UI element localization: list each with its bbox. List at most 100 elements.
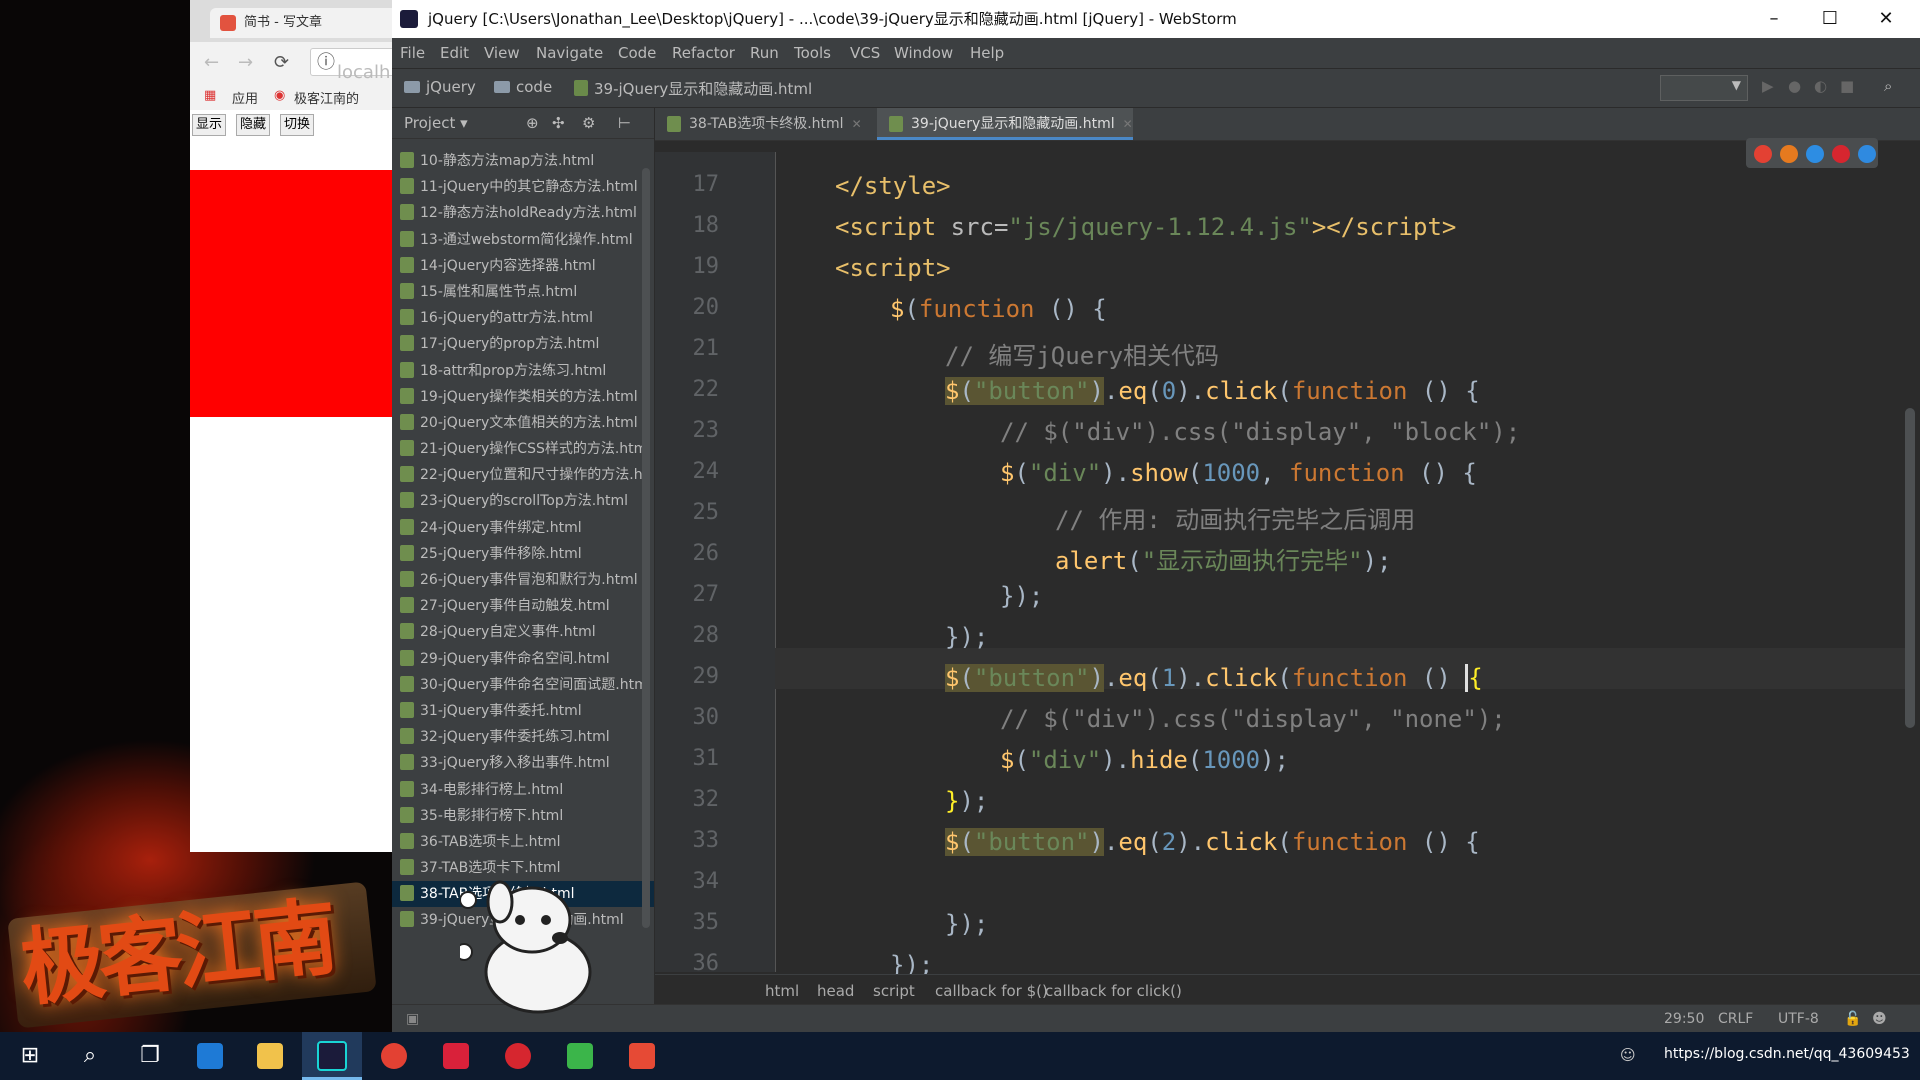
coverage-icon[interactable]: ◐ <box>1814 78 1830 94</box>
bookmark-apps[interactable]: 应用 <box>232 88 258 107</box>
menu-vcs[interactable]: VCS <box>850 44 880 62</box>
crumb-head[interactable]: head <box>817 975 854 1007</box>
menu-window[interactable]: Window <box>894 44 953 62</box>
stop-icon[interactable]: ■ <box>1840 78 1856 94</box>
project-file-item[interactable]: 22-jQuery位置和尺寸操作的方法.h <box>392 462 654 488</box>
search-icon[interactable]: ⌕ <box>60 1032 120 1080</box>
camtasia-taskbar-icon[interactable] <box>550 1032 610 1080</box>
project-file-item[interactable]: 36-TAB选项卡上.html <box>392 829 654 855</box>
project-file-item[interactable]: 28-jQuery自定义事件.html <box>392 619 654 645</box>
close-tab-icon[interactable]: ✕ <box>1123 117 1133 131</box>
recorder-taskbar-icon[interactable] <box>612 1032 672 1080</box>
line-separator[interactable]: CRLF <box>1718 1011 1753 1027</box>
run-icon[interactable]: ▶ <box>1762 78 1778 94</box>
project-file-item[interactable]: 30-jQuery事件命名空间面试题.htm <box>392 672 654 698</box>
project-file-item[interactable]: 20-jQuery文本值相关的方法.html <box>392 410 654 436</box>
safari-icon[interactable] <box>1806 145 1824 163</box>
maximize-button[interactable]: ☐ <box>1802 0 1858 38</box>
project-file-item[interactable]: 29-jQuery事件命名空间.html <box>392 646 654 672</box>
project-file-item[interactable]: 33-jQuery移入移出事件.html <box>392 750 654 776</box>
project-file-item[interactable]: 14-jQuery内容选择器.html <box>392 253 654 279</box>
project-dropdown[interactable]: Project ▾ <box>404 114 468 132</box>
project-file-item[interactable]: 37-TAB选项卡下.html <box>392 855 654 881</box>
file-encoding[interactable]: UTF-8 <box>1778 1011 1819 1027</box>
search-icon[interactable]: ⌕ <box>1884 78 1900 94</box>
hide-button[interactable]: 隐藏 <box>236 114 271 136</box>
ie-icon[interactable] <box>1858 145 1876 163</box>
project-file-item[interactable]: 26-jQuery事件冒泡和默行为.html <box>392 567 654 593</box>
opera-taskbar-icon[interactable] <box>488 1032 548 1080</box>
show-button[interactable]: 显示 <box>192 114 227 136</box>
project-file-item[interactable]: 31-jQuery事件委托.html <box>392 698 654 724</box>
project-file-item[interactable]: 34-电影排行榜上.html <box>392 777 654 803</box>
crumb-script[interactable]: script <box>873 975 915 1007</box>
apps-grid-icon[interactable]: ▦ <box>204 88 216 103</box>
project-file-item[interactable]: 35-电影排行榜下.html <box>392 803 654 829</box>
menu-run[interactable]: Run <box>750 44 779 62</box>
gear-icon[interactable]: ⚙ <box>582 108 595 138</box>
project-file-item[interactable]: 18-attr和prop方法练习.html <box>392 358 654 384</box>
project-file-item[interactable]: 13-通过webstorm简化操作.html <box>392 227 654 253</box>
edge-icon[interactable] <box>180 1032 240 1080</box>
crumb-html[interactable]: html <box>765 975 799 1007</box>
hide-panel-icon[interactable]: ⊢ <box>618 108 631 138</box>
project-file-item[interactable]: 12-静态方法holdReady方法.html <box>392 200 654 226</box>
nav-crumb-folder[interactable]: code <box>494 78 552 96</box>
crumb-callback-click[interactable]: callback for click() <box>1045 975 1182 1007</box>
menu-refactor[interactable]: Refactor <box>672 44 735 62</box>
project-file-item[interactable]: 23-jQuery的scrollTop方法.html <box>392 488 654 514</box>
close-tab-icon[interactable]: ✕ <box>852 117 862 131</box>
menu-code[interactable]: Code <box>618 44 656 62</box>
minimize-button[interactable]: – <box>1746 0 1802 38</box>
collapse-icon[interactable]: ✣ <box>552 108 565 138</box>
lock-icon[interactable]: 🔓 <box>1844 1011 1861 1027</box>
sync-icon[interactable]: ⊕ <box>526 108 539 138</box>
chrome-icon[interactable] <box>1754 145 1772 163</box>
reload-icon[interactable]: ⟳ <box>274 52 289 73</box>
project-file-item[interactable]: 11-jQuery中的其它静态方法.html <box>392 174 654 200</box>
menu-file[interactable]: File <box>400 44 425 62</box>
editor-scrollbar[interactable] <box>1905 408 1915 728</box>
project-file-item[interactable]: 10-静态方法map方法.html <box>392 148 654 174</box>
project-file-item[interactable]: 21-jQuery操作CSS样式的方法.htm <box>392 436 654 462</box>
start-button[interactable]: ⊞ <box>0 1032 60 1080</box>
opera-icon[interactable] <box>1832 145 1850 163</box>
menu-tools[interactable]: Tools <box>794 44 831 62</box>
forward-arrow-icon[interactable]: → <box>238 52 253 73</box>
project-file-item[interactable]: 32-jQuery事件委托练习.html <box>392 724 654 750</box>
menu-help[interactable]: Help <box>970 44 1004 62</box>
nav-crumb-project[interactable]: jQuery <box>404 78 476 96</box>
debug-icon[interactable]: ● <box>1788 78 1804 94</box>
project-file-item[interactable]: 17-jQuery的prop方法.html <box>392 331 654 357</box>
file-explorer-icon[interactable] <box>240 1032 300 1080</box>
browser-tab[interactable]: 简书 - 写文章 <box>210 8 410 38</box>
crumb-callback-dollar[interactable]: callback for $() <box>935 975 1048 1007</box>
editor-tab-38[interactable]: 38-TAB选项卡终极.html ✕ <box>655 108 875 140</box>
toggle-button[interactable]: 切换 <box>280 114 315 136</box>
inspector-icon[interactable]: ☻ <box>1872 1011 1887 1027</box>
project-file-item[interactable]: 24-jQuery事件绑定.html <box>392 515 654 541</box>
back-arrow-icon[interactable]: ← <box>204 52 219 73</box>
menu-view[interactable]: View <box>484 44 520 62</box>
project-scrollbar[interactable] <box>642 168 650 928</box>
project-file-item[interactable]: 25-jQuery事件移除.html <box>392 541 654 567</box>
project-file-item[interactable]: 27-jQuery事件自动触发.html <box>392 593 654 619</box>
menu-edit[interactable]: Edit <box>440 44 469 62</box>
code-editor[interactable]: 17 18 19 20 21 22 23 24 25 26 27 28 29 30 31 32 33 34 35 36… <box>655 152 1920 979</box>
project-file-item[interactable]: 15-属性和属性节点.html <box>392 279 654 305</box>
bookmark-geek[interactable]: 极客江南的 <box>294 88 359 107</box>
editor-tab-39[interactable]: 39-jQuery显示和隐藏动画.html ✕ <box>877 108 1133 140</box>
task-view-icon[interactable]: ❐ <box>120 1032 180 1080</box>
xmind-taskbar-icon[interactable] <box>426 1032 486 1080</box>
chrome-taskbar-icon[interactable] <box>364 1032 424 1080</box>
webstorm-taskbar-icon[interactable] <box>302 1032 362 1080</box>
project-file-item[interactable]: 19-jQuery操作类相关的方法.html <box>392 384 654 410</box>
project-file-item[interactable]: 16-jQuery的attr方法.html <box>392 305 654 331</box>
run-config-dropdown[interactable]: ▼ <box>1660 75 1748 101</box>
caret-position[interactable]: 29:50 <box>1664 1011 1704 1027</box>
firefox-icon[interactable] <box>1780 145 1798 163</box>
people-icon[interactable]: ☺ <box>1620 1046 1636 1064</box>
nav-crumb-file[interactable]: 39-jQuery显示和隐藏动画.html <box>574 78 812 99</box>
tool-windows-icon[interactable]: ▣ <box>406 1011 419 1027</box>
close-button[interactable]: ✕ <box>1858 0 1914 38</box>
